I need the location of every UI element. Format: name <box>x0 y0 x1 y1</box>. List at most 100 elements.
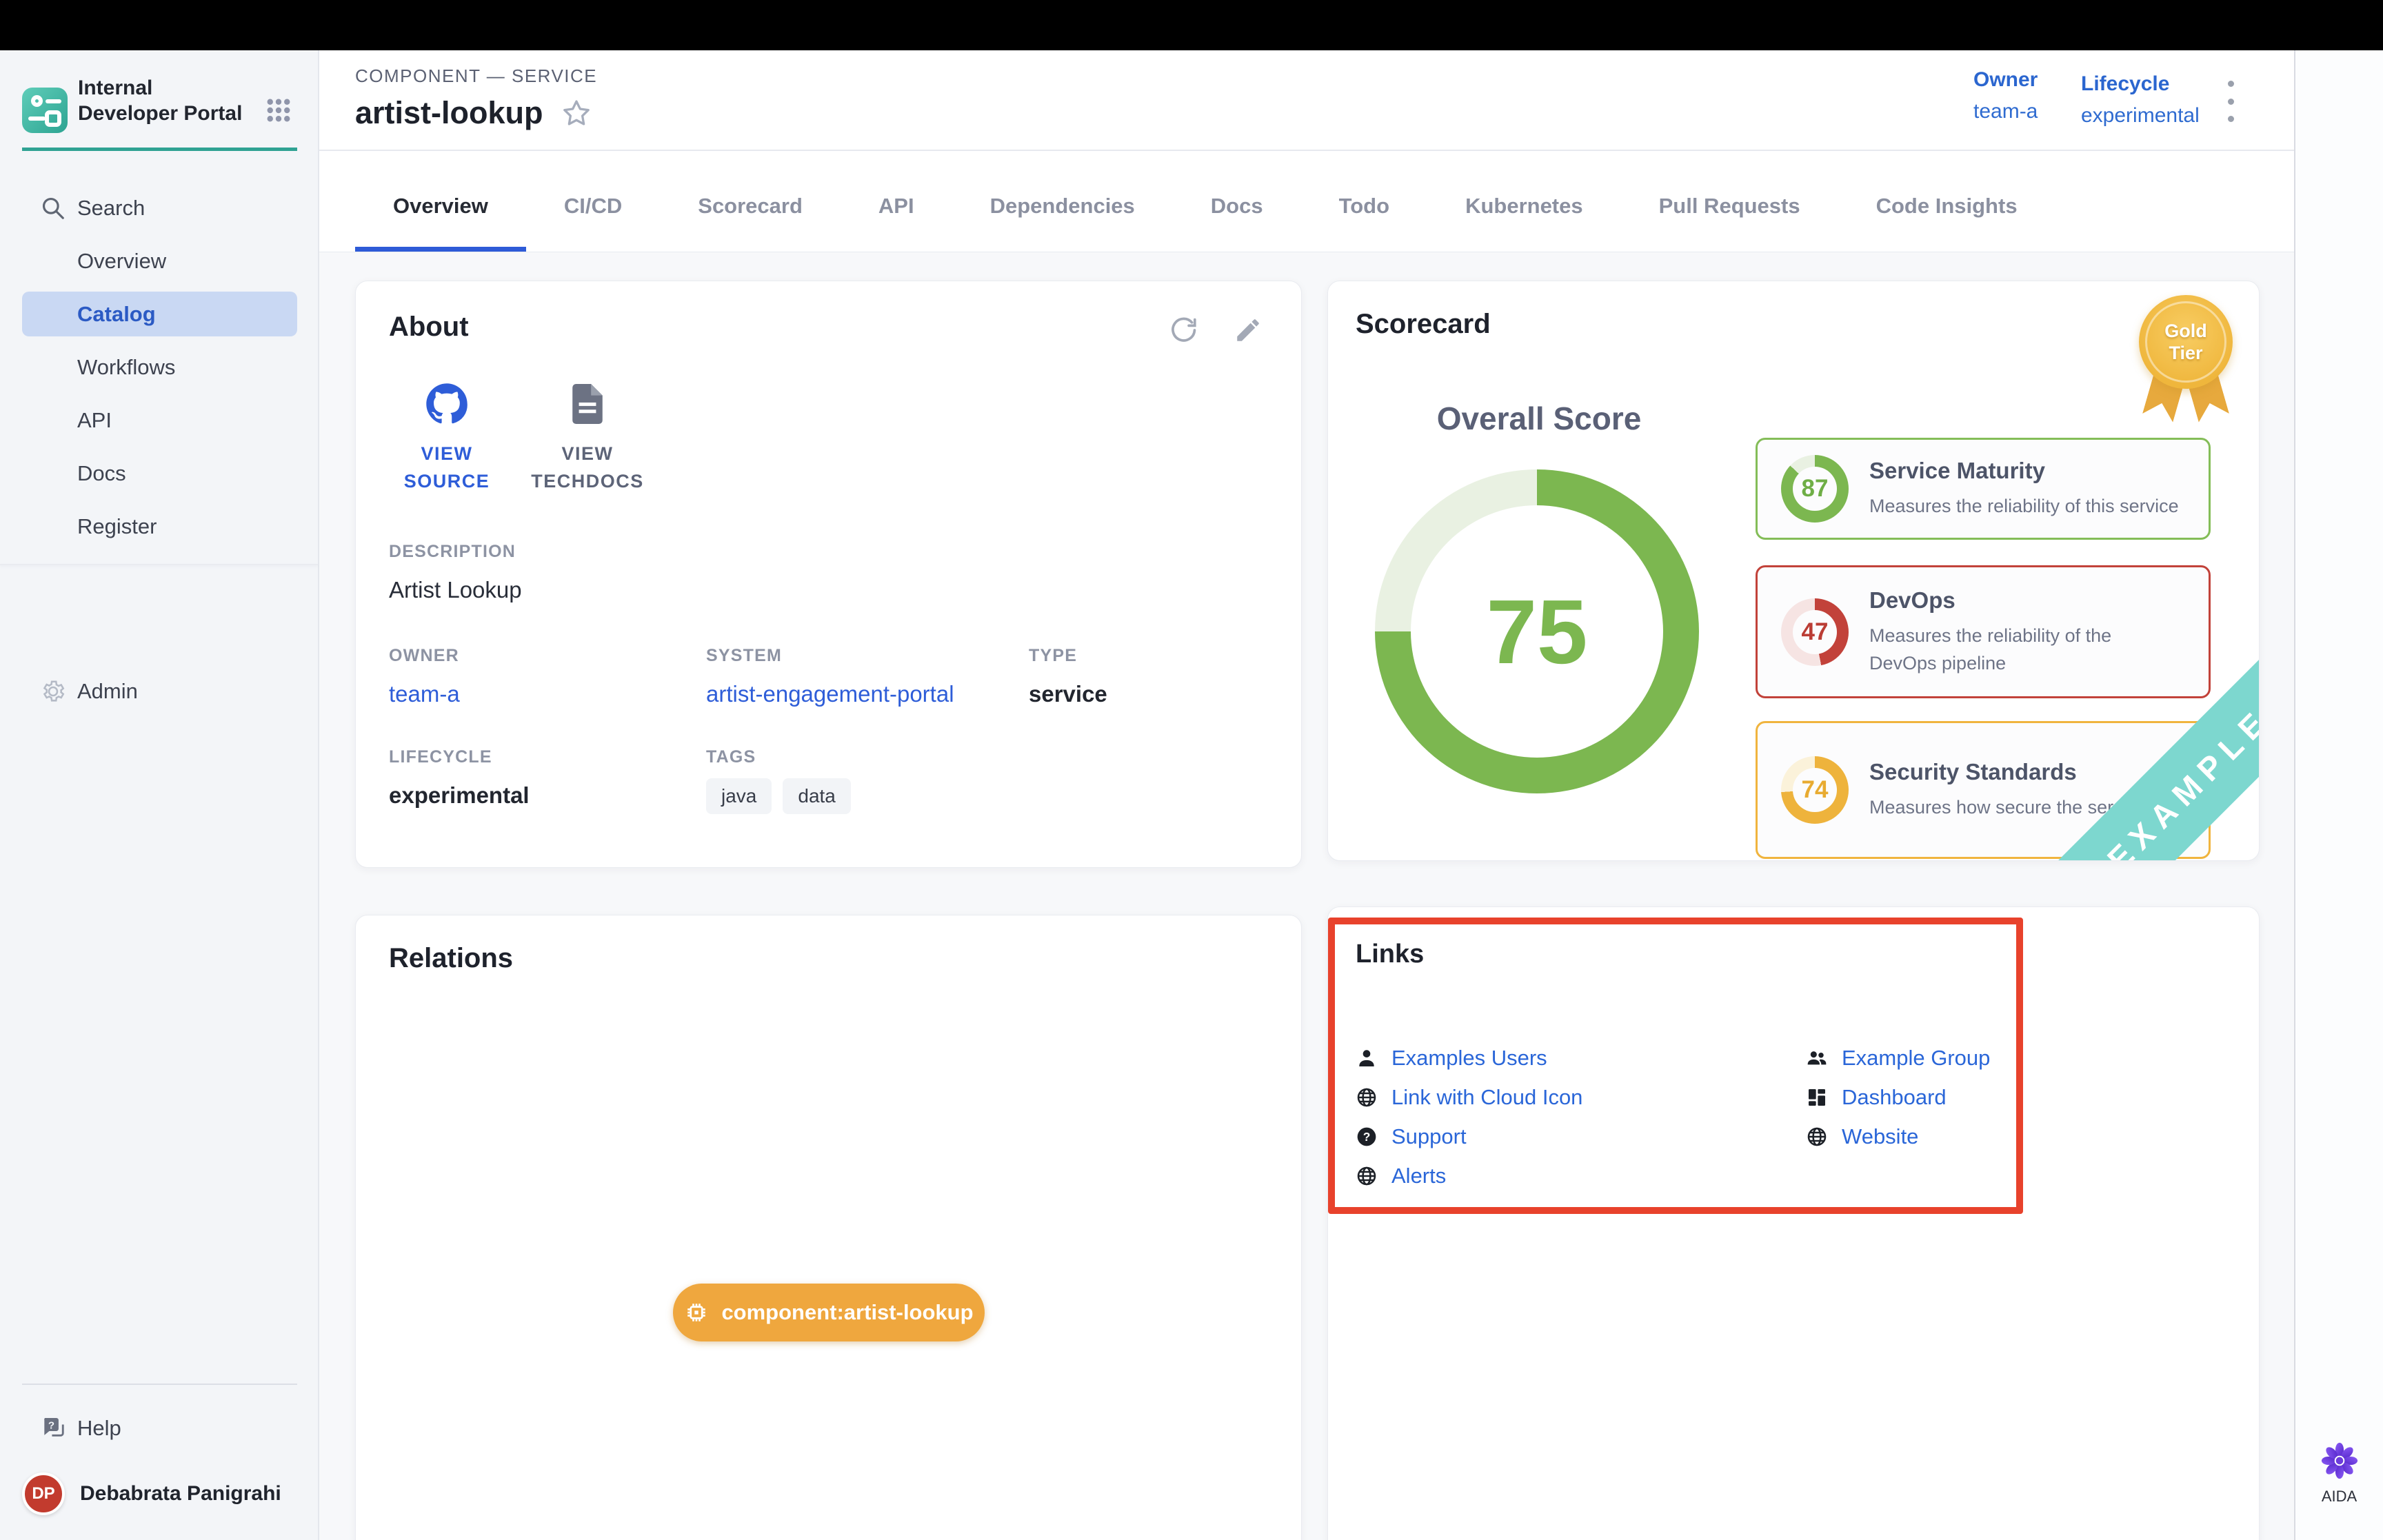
tab-code-insights[interactable]: Code Insights <box>1838 161 2055 252</box>
metric-description: DevOps pipeline <box>1869 649 2111 677</box>
edit-pencil-icon[interactable] <box>1234 316 1263 345</box>
sidebar-item-label: API <box>77 408 112 433</box>
globe-icon <box>1356 1086 1378 1108</box>
link-website[interactable]: Website <box>1806 1117 1995 1156</box>
tab-kubernetes[interactable]: Kubernetes <box>1427 161 1621 252</box>
tab-todo[interactable]: Todo <box>1301 161 1427 252</box>
metric-service-maturity[interactable]: 87 Service Maturity Measures the reliabi… <box>1756 438 2211 540</box>
sidebar-item-label: Catalog <box>77 302 156 327</box>
kebab-menu-icon[interactable] <box>2226 81 2235 122</box>
tab-scorecard[interactable]: Scorecard <box>660 161 841 252</box>
user-icon <box>1356 1047 1378 1069</box>
sidebar-bottom-divider <box>22 1384 297 1385</box>
sidebar: Internal Developer Portal Search Overvie… <box>0 50 319 1540</box>
sidebar-item-api[interactable]: API <box>0 394 318 447</box>
scorecard-card: Scorecard Gold Tier Overall Score 75 87 <box>1327 281 2260 861</box>
owner-link[interactable]: team-a <box>389 681 706 707</box>
overall-score-value: 75 <box>1487 580 1588 684</box>
overall-score-gauge: 75 <box>1375 469 1699 793</box>
right-side-strip: AIDA <box>2294 50 2383 1540</box>
tab-dependencies[interactable]: Dependencies <box>952 161 1173 252</box>
field-lifecycle: LIFECYCLE experimental <box>389 747 706 814</box>
globe-icon <box>1806 1126 1828 1148</box>
field-system: SYSTEM artist-engagement-portal <box>706 646 1029 707</box>
aida-label: AIDA <box>2322 1488 2357 1506</box>
links-title: Links <box>1356 940 1995 969</box>
view-source-link[interactable]: VIEW SOURCE <box>389 382 505 495</box>
sidebar-item-label: Admin <box>77 679 138 704</box>
link-with-cloud-icon[interactable]: Link with Cloud Icon <box>1356 1077 1806 1117</box>
brand-logo-icon[interactable] <box>22 88 68 133</box>
relations-title: Relations <box>389 943 1268 974</box>
avatar: DP <box>22 1472 65 1515</box>
main-area: COMPONENT — SERVICE artist-lookup Owner … <box>319 50 2294 1540</box>
sidebar-item-help[interactable]: ? Help <box>0 1401 318 1455</box>
content-area: About VIEW SO <box>319 252 2294 1540</box>
sidebar-item-catalog[interactable]: Catalog <box>22 292 297 336</box>
entity-tabs: Overview CI/CD Scorecard API Dependencie… <box>319 151 2294 252</box>
help-circle-icon: ? <box>1356 1126 1378 1148</box>
techdocs-file-icon <box>570 382 605 426</box>
tab-api[interactable]: API <box>841 161 952 252</box>
sidebar-item-label: Overview <box>77 249 166 274</box>
description-label: DESCRIPTION <box>389 542 1268 562</box>
sidebar-item-label: Register <box>77 514 157 539</box>
sidebar-brand: Internal Developer Portal <box>0 50 318 148</box>
sidebar-item-docs[interactable]: Docs <box>0 447 318 500</box>
tab-pull-requests[interactable]: Pull Requests <box>1621 161 1838 252</box>
metric-gauge: 87 <box>1781 455 1849 523</box>
sidebar-item-admin[interactable]: Admin <box>0 665 318 718</box>
metric-name: Security Standards <box>1869 759 2113 785</box>
links-column-right: Example Group Dashboard Website <box>1806 1038 1995 1195</box>
app-shell: Internal Developer Portal Search Overvie… <box>0 50 2383 1540</box>
view-techdocs-link[interactable]: VIEW TECHDOCS <box>530 382 645 495</box>
user-name: Debabrata Panigrahi <box>80 1482 281 1506</box>
header-owner[interactable]: Owner team-a <box>1973 68 2038 123</box>
sidebar-item-register[interactable]: Register <box>0 500 318 553</box>
chip-icon <box>684 1300 709 1325</box>
svg-text:?: ? <box>48 1419 54 1431</box>
refresh-icon[interactable] <box>1169 316 1198 345</box>
link-support[interactable]: ? Support <box>1356 1117 1806 1156</box>
system-link[interactable]: artist-engagement-portal <box>706 681 1029 707</box>
view-techdocs-label: VIEW TECHDOCS <box>530 440 645 495</box>
relations-node-component[interactable]: component:artist-lookup <box>673 1284 985 1341</box>
metric-name: DevOps <box>1869 587 2111 614</box>
sidebar-item-label: Search <box>77 196 145 221</box>
sidebar-item-label: Docs <box>77 461 126 486</box>
sidebar-item-label: Workflows <box>77 355 175 380</box>
app-launcher-grid-icon[interactable] <box>264 96 293 125</box>
tab-cicd[interactable]: CI/CD <box>526 161 660 252</box>
search-icon <box>40 195 66 221</box>
tab-docs[interactable]: Docs <box>1173 161 1301 252</box>
sidebar-item-workflows[interactable]: Workflows <box>0 341 318 394</box>
gold-tier-badge: Gold Tier <box>2139 295 2233 423</box>
link-dashboard[interactable]: Dashboard <box>1806 1077 1995 1117</box>
relations-card: Relations component:artist-lookup <box>355 915 1302 1540</box>
link-examples-users[interactable]: Examples Users <box>1356 1038 1806 1077</box>
group-icon <box>1806 1047 1828 1069</box>
about-card: About VIEW SO <box>355 281 1302 868</box>
metric-description: Measures the reliability of this service <box>1869 492 2179 520</box>
svg-text:?: ? <box>1363 1129 1371 1143</box>
favorite-star-icon[interactable] <box>561 98 592 128</box>
gear-icon <box>40 678 66 705</box>
header-lifecycle[interactable]: Lifecycle experimental <box>2081 72 2200 128</box>
owner-value: team-a <box>1973 100 2038 123</box>
aida-assistant-button[interactable]: AIDA <box>2295 1441 2383 1506</box>
sidebar-item-search[interactable]: Search <box>0 181 318 234</box>
metric-devops[interactable]: 47 DevOps Measures the reliability of th… <box>1756 565 2211 698</box>
sidebar-item-overview[interactable]: Overview <box>0 234 318 287</box>
github-icon <box>425 382 468 426</box>
tab-overview[interactable]: Overview <box>355 161 526 252</box>
red-highlight-box: Links Examples Users Link with Cloud Ico… <box>1328 918 2023 1214</box>
user-menu[interactable]: DP Debabrata Panigrahi <box>0 1455 318 1519</box>
link-example-group[interactable]: Example Group <box>1806 1038 1995 1077</box>
aida-flower-icon <box>2320 1441 2360 1481</box>
page-header: COMPONENT — SERVICE artist-lookup Owner … <box>319 50 2294 151</box>
metric-name: Service Maturity <box>1869 458 2179 484</box>
field-tags: TAGS java data <box>706 747 1029 814</box>
globe-icon <box>1356 1165 1378 1187</box>
link-alerts[interactable]: Alerts <box>1356 1156 1806 1195</box>
lifecycle-value: experimental <box>2081 104 2200 128</box>
